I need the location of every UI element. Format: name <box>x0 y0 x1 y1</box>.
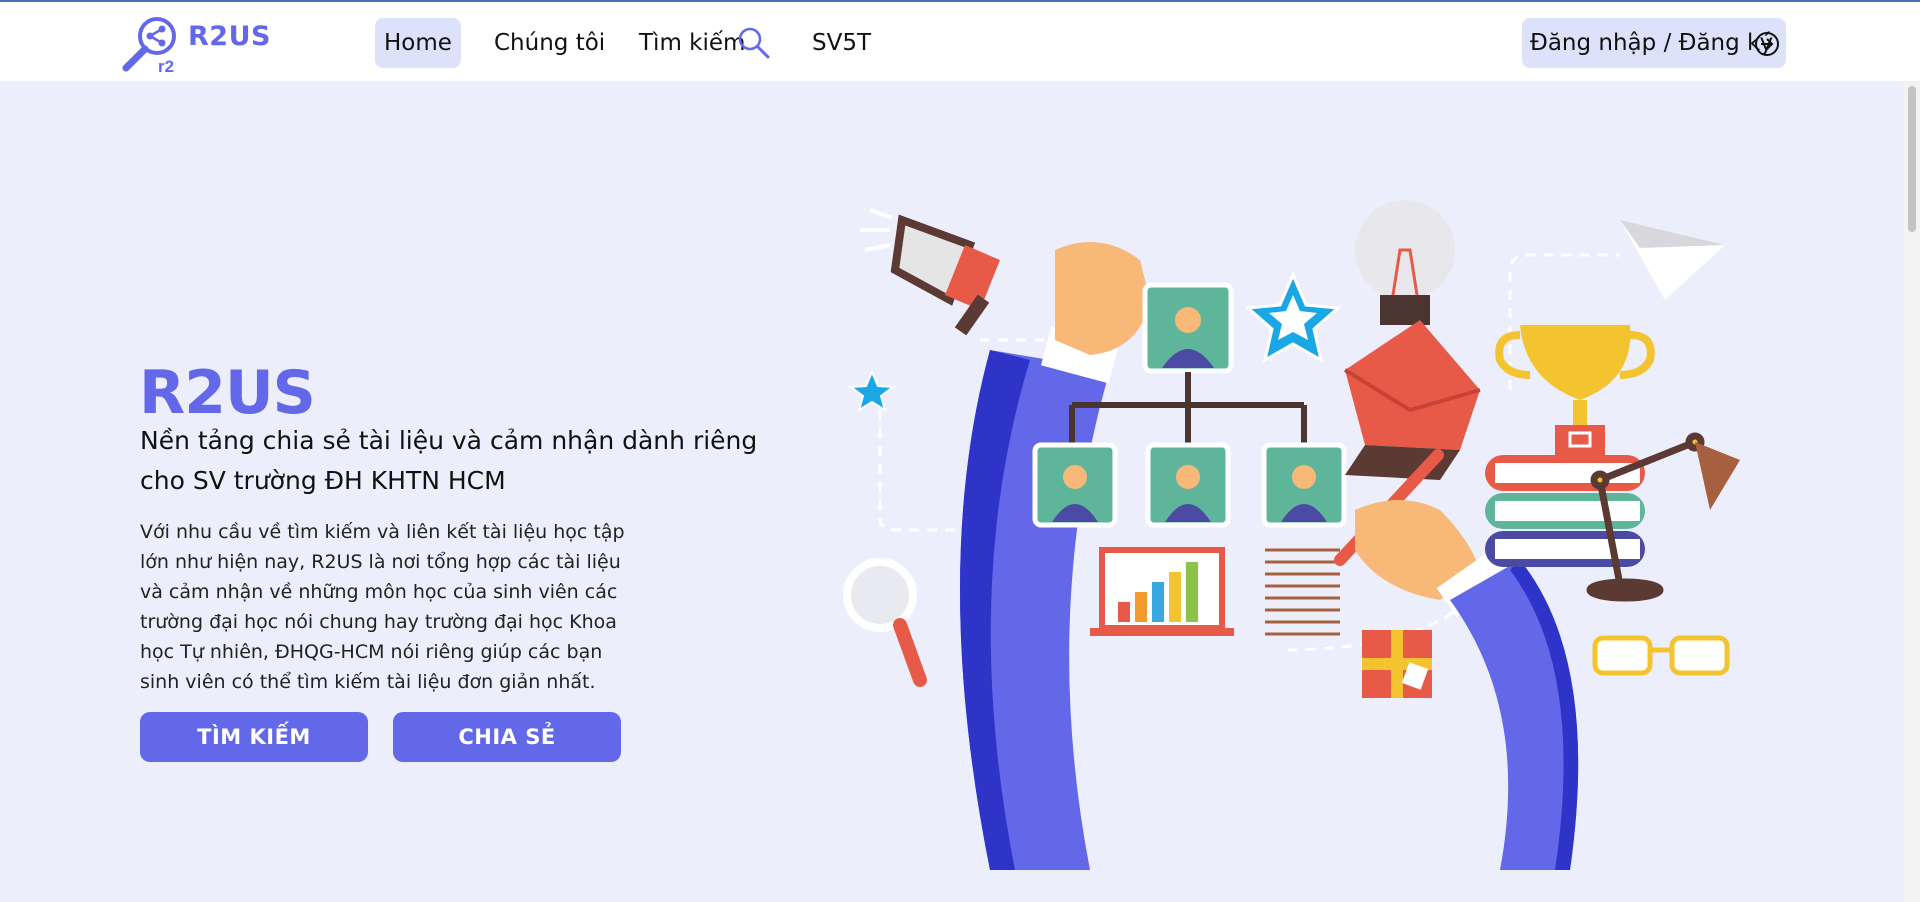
gift-icon <box>1362 630 1432 698</box>
scrollbar-thumb[interactable] <box>1908 86 1916 232</box>
hero-description: Với nhu cầu về tìm kiếm và liên kết tài … <box>140 521 625 693</box>
arrow-right-circle-icon <box>1755 32 1779 56</box>
envelope-icon <box>1343 320 1481 480</box>
magnifier-icon <box>843 558 927 687</box>
trophy-icon <box>1495 325 1655 455</box>
login-register-button[interactable]: Đăng nhập / Đăng ký <box>1522 18 1786 68</box>
small-star-icon <box>848 369 896 413</box>
bar-chart-monitor-icon <box>1090 547 1234 636</box>
document-icon <box>1265 548 1340 636</box>
nav-home[interactable]: Home <box>375 18 461 68</box>
top-navbar: r2 R2US Home Chúng tôi Tìm kiếm SV5T Đăn… <box>0 2 1920 81</box>
nav-sv5t[interactable]: SV5T <box>803 18 880 68</box>
search-button[interactable]: TÌM KIẾM <box>140 712 368 762</box>
login-register-label: Đăng nhập / Đăng ký <box>1530 30 1774 56</box>
brand-name[interactable]: R2US <box>188 21 271 52</box>
glasses-icon <box>1592 635 1730 676</box>
hero-illustration <box>843 200 1740 870</box>
hero-subtitle: Nền tảng chia sẻ tài liệu và cảm nhận dà… <box>140 426 758 495</box>
lightbulb-icon <box>1355 200 1455 325</box>
nav-about[interactable]: Chúng tôi <box>485 18 614 68</box>
search-icon[interactable] <box>736 25 772 61</box>
left-hand <box>1055 242 1150 355</box>
right-arm <box>1450 560 1579 870</box>
hero-title: R2US <box>139 358 316 428</box>
paper-plane-icon <box>1620 220 1725 300</box>
share-button[interactable]: CHIA SẺ <box>393 712 621 762</box>
megaphone-icon <box>860 208 1000 336</box>
logo-sub-text: r2 <box>158 57 174 74</box>
